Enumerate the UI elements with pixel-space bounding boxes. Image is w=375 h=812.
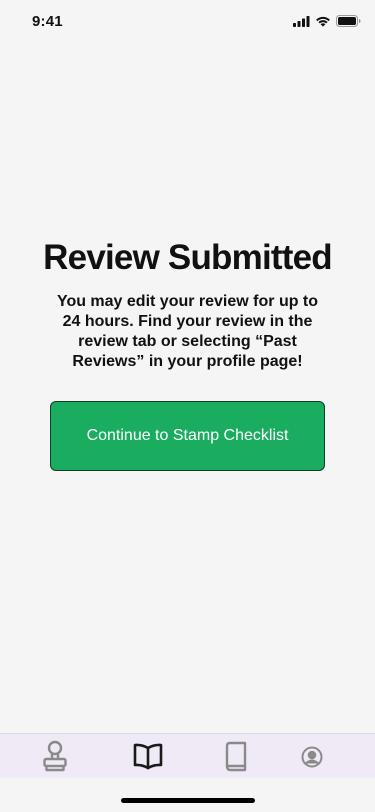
profile-icon <box>301 746 323 767</box>
review-submitted-screen: 9:41 Review Submitted You may edit your … <box>0 0 375 812</box>
tab-profile[interactable] <box>290 734 334 779</box>
tab-book[interactable] <box>214 734 258 779</box>
stamp-icon <box>43 740 67 771</box>
continue-to-stamp-checklist-button[interactable]: Continue to Stamp Checklist <box>50 401 325 471</box>
status-icons <box>293 15 361 27</box>
open-book-icon <box>133 743 163 769</box>
book-icon <box>225 741 247 771</box>
status-bar: 9:41 <box>0 0 375 44</box>
tab-stamp[interactable] <box>33 734 77 779</box>
home-indicator <box>121 798 255 803</box>
tab-reviews[interactable] <box>126 734 170 779</box>
tab-bar <box>0 733 375 778</box>
page-title: Review Submitted <box>43 238 332 277</box>
cellular-signal-icon <box>293 15 310 27</box>
battery-icon <box>336 15 361 27</box>
continue-button-label: Continue to Stamp Checklist <box>86 427 289 444</box>
wifi-icon <box>316 16 330 27</box>
status-time: 9:41 <box>32 12 63 30</box>
confirmation-message: You may edit your review for up to 24 ho… <box>56 293 319 370</box>
